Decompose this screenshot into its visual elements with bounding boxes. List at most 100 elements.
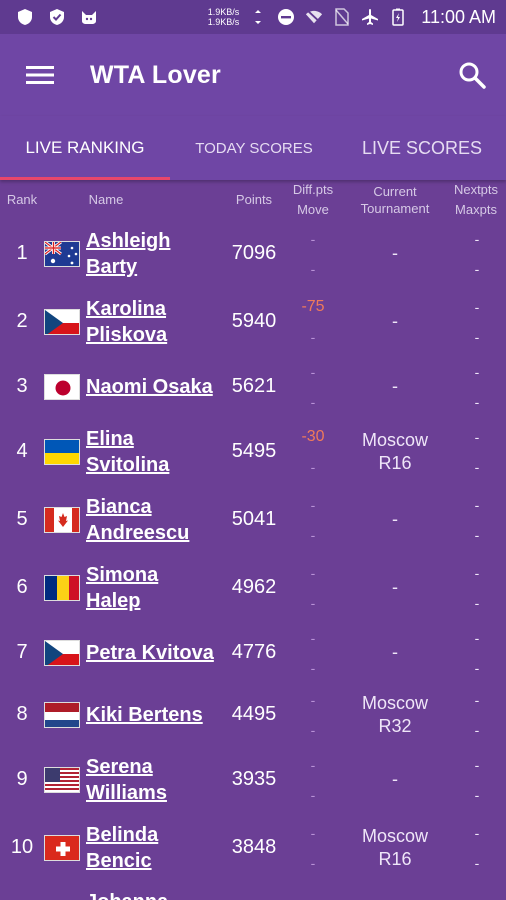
rank-number: 3 — [16, 375, 28, 397]
player-last-name: Svitolina — [86, 454, 170, 476]
player-points: 4776 — [231, 641, 277, 663]
shield-icon — [16, 8, 34, 26]
next-points: - — [474, 364, 480, 380]
player-last-name: Barty — [86, 256, 138, 278]
table-row[interactable]: 2 Karolina Pliskova 5940 -75- - - - — [0, 288, 506, 356]
diff-move-cell: -- — [288, 558, 338, 618]
diff-points: - — [310, 825, 316, 841]
nextpts-maxpts-cell: -- — [455, 558, 499, 618]
nextpts-maxpts-cell: -- — [455, 623, 499, 683]
player-first-name: Petra Kvitova — [86, 642, 214, 664]
player-name-link[interactable]: Johanna — [86, 889, 226, 900]
player-name-link[interactable]: Ashleigh Barty — [86, 228, 226, 280]
player-name-link[interactable]: Elina Svitolina — [86, 426, 226, 478]
do-not-disturb-icon — [277, 8, 295, 26]
diff-points: - — [310, 630, 316, 646]
next-points: - — [474, 497, 480, 513]
player-first-name: Ashleigh — [86, 230, 171, 252]
max-points: - — [474, 329, 480, 345]
nextpts-maxpts-cell: -- — [455, 750, 499, 810]
rank-number: 9 — [16, 768, 28, 790]
current-tournament-cell: - — [345, 641, 445, 664]
rank-number: 1 — [16, 242, 28, 264]
move: - — [310, 787, 316, 803]
app-bar: WTA Lover — [0, 34, 506, 116]
next-points: - — [474, 429, 480, 445]
network-speed: 1.9KB/s 1.9KB/s — [208, 7, 240, 27]
tab-live-scores[interactable]: LIVE SCORES — [338, 116, 506, 180]
player-first-name: Karolina — [86, 298, 167, 320]
player-name-link[interactable]: Kiki Bertens — [86, 702, 226, 728]
tab-live-ranking[interactable]: LIVE RANKING — [0, 116, 170, 180]
tournament-round: R16 — [378, 849, 412, 869]
flag-romania-icon — [44, 575, 80, 601]
tournament-round: R16 — [378, 453, 412, 473]
nextpts-maxpts-cell: -- — [455, 490, 499, 550]
player-first-name: Johanna — [86, 889, 226, 900]
search-icon[interactable] — [458, 61, 486, 89]
hamburger-menu-icon[interactable] — [26, 65, 54, 85]
player-name-link[interactable]: Karolina Pliskova — [86, 296, 226, 348]
player-last-name: Pliskova — [86, 324, 168, 346]
nextpts-maxpts-cell: -- — [455, 224, 499, 284]
nextpts-maxpts-cell: -- — [455, 292, 499, 352]
clock: 11:00 AM — [421, 6, 496, 27]
player-points: 5621 — [231, 375, 277, 397]
nextpts-maxpts-cell: -- — [455, 422, 499, 482]
rank-number: 2 — [16, 310, 28, 332]
player-last-name: Andreescu — [86, 522, 190, 544]
table-row[interactable]: 3 Naomi Osaka 5621- - - - - — [0, 356, 506, 418]
current-tournament-cell: - — [345, 576, 445, 599]
table-row[interactable]: 5 Bianca Andreescu 5041- - - - - — [0, 486, 506, 554]
diff-move-cell: -75 - — [288, 292, 338, 352]
max-points: - — [474, 394, 480, 410]
player-points: 5041 — [231, 508, 277, 530]
next-points: - — [474, 630, 480, 646]
table-row[interactable]: 4 Elina Svitolina 5495 -30- Moscow R16- - — [0, 418, 506, 486]
player-name-link[interactable]: Serena Williams — [86, 754, 226, 806]
diff-move-cell: -- — [288, 818, 338, 878]
col-rank: Rank — [6, 192, 38, 207]
flag-japan-icon — [44, 374, 80, 400]
flag-netherlands-icon — [44, 702, 80, 728]
tournament-name: - — [392, 311, 398, 331]
flag-usa-icon — [44, 767, 80, 793]
max-points: - — [474, 787, 480, 803]
tournament-name: - — [392, 769, 398, 789]
current-tournament-cell: - — [345, 768, 445, 791]
nextpts-maxpts-cell: -- — [455, 357, 499, 417]
diff-move-cell: -- — [288, 490, 338, 550]
col-tournament: Tournament — [360, 201, 430, 216]
player-first-name: Kiki Bertens — [86, 704, 203, 726]
max-points: - — [474, 855, 480, 871]
flag-switzerland-icon — [44, 835, 80, 861]
col-maxpts: Maxpts — [455, 202, 497, 217]
rank-number: 4 — [16, 440, 28, 462]
flag-czech-icon — [44, 640, 80, 666]
player-name-link[interactable]: Naomi Osaka — [86, 374, 226, 400]
player-name-link[interactable]: Bianca Andreescu — [86, 494, 226, 546]
table-row[interactable]: 1 Ashleigh Barty 7096- - - - - — [0, 220, 506, 288]
move: - — [310, 527, 316, 543]
player-name-link[interactable]: Simona Halep — [86, 562, 226, 614]
table-row[interactable]: Johanna — [0, 882, 506, 900]
player-points: 4495 — [231, 703, 277, 725]
table-row[interactable]: 10 Belinda Bencic 3848- - Moscow R16- - — [0, 814, 506, 882]
player-first-name: Belinda — [86, 824, 159, 846]
table-row[interactable]: 8 Kiki Bertens 4495- - Moscow R32- - — [0, 684, 506, 746]
current-tournament-cell: - — [345, 508, 445, 531]
player-name-link[interactable]: Belinda Bencic — [86, 822, 226, 874]
max-points: - — [474, 527, 480, 543]
table-row[interactable]: 7 Petra Kvitova 4776- - - - - — [0, 622, 506, 684]
diff-points: - — [310, 497, 316, 513]
move: - — [310, 595, 316, 611]
diff-move-cell: -- — [288, 685, 338, 745]
tab-today-scores[interactable]: TODAY SCORES — [170, 116, 338, 180]
col-diff: Diff.pts — [292, 182, 334, 197]
player-name-link[interactable]: Petra Kvitova — [86, 640, 226, 666]
diff-move-cell: -30 - — [288, 422, 338, 482]
flag-ukraine-icon — [44, 439, 80, 465]
diff-points: - — [310, 757, 316, 773]
table-row[interactable]: 9 Serena Williams 3935- - - - - — [0, 746, 506, 814]
table-row[interactable]: 6 Simona Halep 4962- - - - - — [0, 554, 506, 622]
